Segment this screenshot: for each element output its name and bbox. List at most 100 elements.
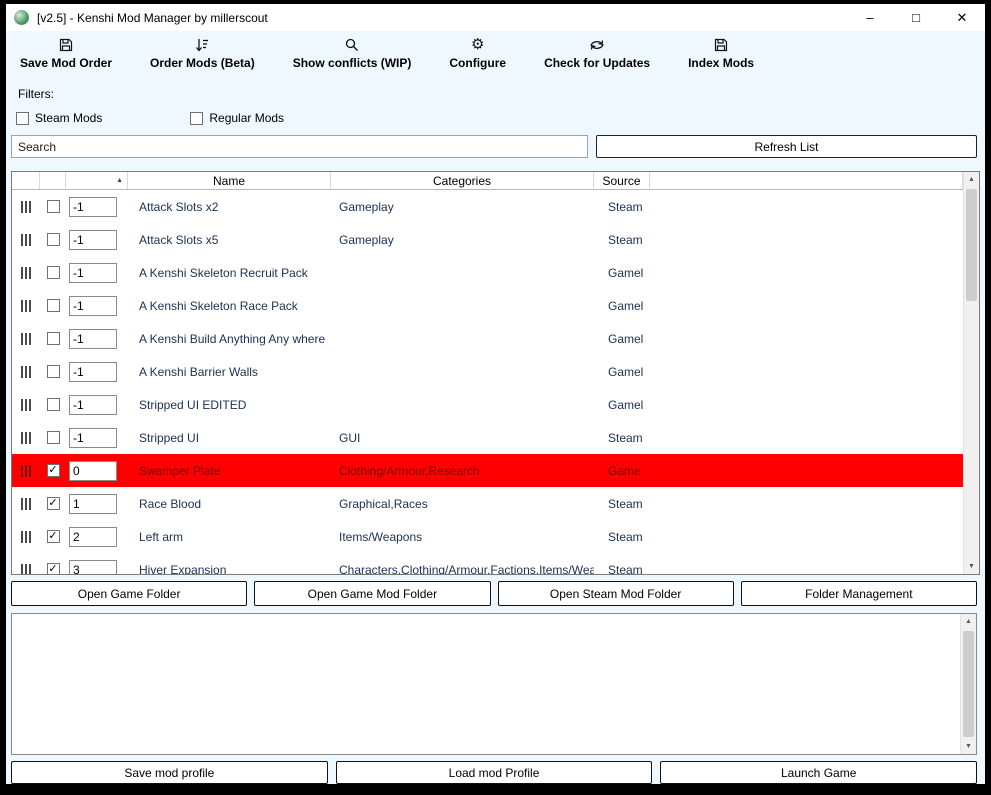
scroll-up-icon[interactable]: ▲	[964, 172, 979, 187]
scroll-down-icon[interactable]: ▼	[961, 739, 976, 754]
order-input[interactable]	[69, 427, 117, 448]
mod-row[interactable]: A Kenshi Build Anything Any where Gamel	[12, 322, 963, 355]
row-cell	[12, 464, 40, 477]
drag-handle-icon[interactable]	[21, 365, 40, 378]
search-row: Refresh List	[6, 125, 985, 158]
drag-handle-icon[interactable]	[21, 497, 40, 510]
order-mods-button[interactable]: Order Mods (Beta)	[150, 36, 255, 70]
mod-row[interactable]: Attack Slots x2 Gameplay Steam	[12, 190, 963, 223]
folder-management-button[interactable]: Folder Management	[740, 581, 977, 606]
drag-handle-icon[interactable]	[21, 464, 40, 477]
open-game-mod-folder-button[interactable]: Open Game Mod Folder	[254, 581, 491, 606]
scroll-track[interactable]	[961, 629, 976, 739]
refresh-list-button[interactable]: Refresh List	[596, 135, 977, 158]
row-checkbox[interactable]: ✓	[46, 464, 60, 477]
drag-handle-icon[interactable]	[21, 233, 40, 246]
drag-handle-icon[interactable]	[21, 200, 40, 213]
order-input[interactable]	[69, 526, 117, 547]
row-checkbox[interactable]	[46, 266, 60, 279]
order-input[interactable]	[69, 361, 117, 382]
check-updates-button[interactable]: Check for Updates	[544, 36, 650, 70]
scroll-track[interactable]	[964, 187, 979, 559]
drag-handle-icon[interactable]	[21, 266, 40, 279]
row-checkbox[interactable]	[46, 299, 60, 312]
order-input[interactable]	[69, 394, 117, 415]
row-checkbox[interactable]	[46, 233, 60, 246]
scrollbar-thumb[interactable]	[963, 631, 974, 737]
mod-row[interactable]: A Kenshi Barrier Walls Gamel	[12, 355, 963, 388]
app-window: [v2.5] - Kenshi Mod Manager by millersco…	[6, 4, 985, 784]
row-checkbox[interactable]	[46, 431, 60, 444]
tool-label: Configure	[449, 56, 507, 70]
row-checkbox[interactable]: ✓	[46, 530, 60, 543]
launch-game-button[interactable]: Launch Game	[660, 761, 978, 784]
configure-button[interactable]: ⚙ Configure	[449, 36, 506, 70]
mod-row[interactable]: ✓ Hiver Expansion Characters,Clothing/Ar…	[12, 553, 963, 574]
minimize-button[interactable]: –	[847, 4, 893, 31]
open-steam-mod-folder-button[interactable]: Open Steam Mod Folder	[497, 581, 734, 606]
row-checkbox[interactable]	[46, 398, 60, 411]
drag-handle-icon[interactable]	[21, 398, 40, 411]
order-input[interactable]	[69, 493, 117, 514]
drag-handle-icon[interactable]	[21, 563, 40, 574]
order-input[interactable]	[69, 328, 117, 349]
order-input[interactable]	[69, 229, 117, 250]
index-mods-button[interactable]: Index Mods	[688, 36, 754, 70]
header-name[interactable]: Name	[128, 172, 331, 189]
search-input[interactable]	[11, 135, 588, 158]
row-cell	[66, 196, 128, 217]
row-checkbox[interactable]	[46, 365, 60, 378]
scroll-up-icon[interactable]: ▲	[961, 614, 976, 629]
show-conflicts-button[interactable]: Show conflicts (WIP)	[293, 36, 411, 70]
log-output-area[interactable]: ▲ ▼	[11, 613, 977, 755]
order-input[interactable]	[69, 295, 117, 316]
header-order[interactable]: ▲	[66, 172, 128, 189]
save-mod-order-button[interactable]: Save Mod Order	[20, 36, 112, 70]
header-grip	[12, 172, 40, 189]
profile-buttons-row: Save mod profile Load mod Profile Launch…	[6, 755, 985, 784]
mod-row[interactable]: Stripped UI GUI Steam	[12, 421, 963, 454]
mod-row[interactable]: A Kenshi Skeleton Recruit Pack Gamel	[12, 256, 963, 289]
scrollbar-thumb[interactable]	[966, 189, 977, 301]
mod-name: Left arm	[139, 529, 184, 544]
filter-regular-mods[interactable]: Regular Mods	[190, 111, 284, 125]
mod-row[interactable]: A Kenshi Skeleton Race Pack Gamel	[12, 289, 963, 322]
filter-steam-mods[interactable]: Steam Mods	[16, 111, 102, 125]
save-mod-profile-button[interactable]: Save mod profile	[11, 761, 328, 784]
row-checkbox[interactable]: ✓	[46, 563, 60, 574]
load-mod-profile-button[interactable]: Load mod Profile	[335, 761, 653, 784]
log-scrollbar[interactable]: ▲ ▼	[960, 614, 976, 754]
order-input[interactable]	[69, 460, 117, 481]
order-input[interactable]	[69, 262, 117, 283]
mod-row[interactable]: ✓ Race Blood Graphical,Races Steam	[12, 487, 963, 520]
drag-handle-icon[interactable]	[21, 299, 40, 312]
mod-row[interactable]: ✓ Left arm Items/Weapons Steam	[12, 520, 963, 553]
row-checkbox[interactable]	[46, 332, 60, 345]
order-input[interactable]	[69, 196, 117, 217]
row-checkbox[interactable]: ✓	[46, 497, 60, 510]
header-source[interactable]: Source	[594, 172, 650, 189]
tool-label: Save Mod Order	[20, 56, 113, 70]
row-cell	[66, 262, 128, 283]
row-cell	[12, 200, 40, 213]
window-title: [v2.5] - Kenshi Mod Manager by millersco…	[37, 10, 268, 25]
maximize-button[interactable]: □	[893, 4, 939, 31]
mod-list-scrollbar[interactable]: ▲ ▼	[963, 172, 979, 574]
regular-mods-checkbox[interactable]	[190, 111, 204, 125]
header-categories[interactable]: Categories	[331, 172, 594, 189]
scroll-down-icon[interactable]: ▼	[964, 559, 979, 574]
mod-list-body: Attack Slots x2 Gameplay Steam Attack Sl…	[12, 190, 963, 574]
mod-row[interactable]: ✓ Swamper Plate Clothing/Armour,Research…	[12, 454, 963, 487]
row-cell	[66, 526, 128, 547]
drag-handle-icon[interactable]	[21, 431, 40, 444]
mod-row[interactable]: Attack Slots x5 Gameplay Steam	[12, 223, 963, 256]
steam-mods-checkbox[interactable]	[16, 111, 29, 125]
row-checkbox[interactable]	[46, 200, 60, 213]
close-button[interactable]: ✕	[939, 4, 985, 31]
mod-row[interactable]: Stripped UI EDITED Gamel	[12, 388, 963, 421]
window-controls: – □ ✕	[847, 4, 985, 31]
order-input[interactable]	[69, 559, 117, 574]
drag-handle-icon[interactable]	[21, 530, 40, 543]
drag-handle-icon[interactable]	[21, 332, 40, 345]
open-game-folder-button[interactable]: Open Game Folder	[11, 581, 248, 606]
